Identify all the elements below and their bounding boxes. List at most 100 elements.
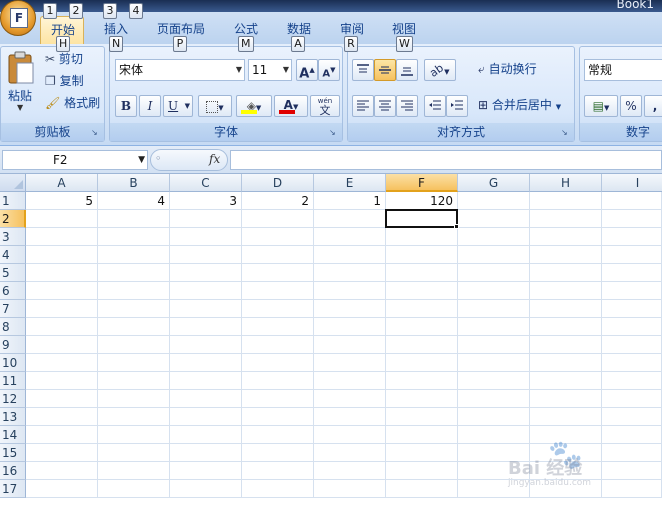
cell-e13[interactable] xyxy=(314,408,386,426)
cell-g1[interactable] xyxy=(458,192,530,210)
cell-i4[interactable] xyxy=(602,246,662,264)
cell-b1[interactable]: 4 xyxy=(98,192,170,210)
font-launcher-icon[interactable]: ↘ xyxy=(329,128,339,138)
wrap-text-button[interactable]: ⤶ 自动换行 xyxy=(478,59,537,79)
row-header-2[interactable]: 2 xyxy=(0,210,26,228)
cell-i7[interactable] xyxy=(602,300,662,318)
cell-b11[interactable] xyxy=(98,372,170,390)
copy-button[interactable]: ❐ 复制 xyxy=(45,71,84,91)
cell-f15[interactable] xyxy=(386,444,458,462)
cell-h6[interactable] xyxy=(530,282,602,300)
cell-c10[interactable] xyxy=(170,354,242,372)
cell-e8[interactable] xyxy=(314,318,386,336)
cell-h8[interactable] xyxy=(530,318,602,336)
decrease-indent-button[interactable] xyxy=(424,95,446,117)
cell-c15[interactable] xyxy=(170,444,242,462)
cell-i11[interactable] xyxy=(602,372,662,390)
bold-button[interactable]: B xyxy=(115,95,137,117)
cell-f17[interactable] xyxy=(386,480,458,498)
percent-button[interactable]: % xyxy=(620,95,642,117)
cell-e17[interactable] xyxy=(314,480,386,498)
cell-a6[interactable] xyxy=(26,282,98,300)
column-header-g[interactable]: G xyxy=(458,174,530,192)
phonetic-button[interactable]: wén 文 xyxy=(310,95,340,117)
cell-h4[interactable] xyxy=(530,246,602,264)
cell-g4[interactable] xyxy=(458,246,530,264)
align-center-button[interactable] xyxy=(374,95,396,117)
cell-b17[interactable] xyxy=(98,480,170,498)
row-header-15[interactable]: 15 xyxy=(0,444,26,462)
underline-button[interactable]: U ▼ xyxy=(163,95,193,117)
cell-h10[interactable] xyxy=(530,354,602,372)
cell-c2[interactable] xyxy=(170,210,242,228)
cell-f3[interactable] xyxy=(386,228,458,246)
align-middle-button[interactable] xyxy=(374,59,396,81)
cell-d12[interactable] xyxy=(242,390,314,408)
cell-c3[interactable] xyxy=(170,228,242,246)
cell-i3[interactable] xyxy=(602,228,662,246)
cell-d16[interactable] xyxy=(242,462,314,480)
cell-d10[interactable] xyxy=(242,354,314,372)
cell-b9[interactable] xyxy=(98,336,170,354)
row-header-13[interactable]: 13 xyxy=(0,408,26,426)
cell-d9[interactable] xyxy=(242,336,314,354)
font-color-button[interactable]: A▼ xyxy=(274,95,308,117)
cell-e16[interactable] xyxy=(314,462,386,480)
cell-b12[interactable] xyxy=(98,390,170,408)
cell-e5[interactable] xyxy=(314,264,386,282)
borders-button[interactable]: ▼ xyxy=(198,95,232,117)
select-all-button[interactable] xyxy=(0,174,26,192)
cell-f13[interactable] xyxy=(386,408,458,426)
cell-b4[interactable] xyxy=(98,246,170,264)
cell-e10[interactable] xyxy=(314,354,386,372)
cell-f8[interactable] xyxy=(386,318,458,336)
cell-e4[interactable] xyxy=(314,246,386,264)
row-header-10[interactable]: 10 xyxy=(0,354,26,372)
cell-i10[interactable] xyxy=(602,354,662,372)
cell-h2[interactable] xyxy=(530,210,602,228)
expand-handle-icon[interactable]: ◦ xyxy=(155,152,162,165)
cell-b8[interactable] xyxy=(98,318,170,336)
cell-h12[interactable] xyxy=(530,390,602,408)
cell-a1[interactable]: 5 xyxy=(26,192,98,210)
cell-f6[interactable] xyxy=(386,282,458,300)
cell-g9[interactable] xyxy=(458,336,530,354)
align-bottom-button[interactable] xyxy=(396,59,418,81)
italic-button[interactable]: I xyxy=(139,95,161,117)
cell-b6[interactable] xyxy=(98,282,170,300)
cell-a14[interactable] xyxy=(26,426,98,444)
cell-g6[interactable] xyxy=(458,282,530,300)
cell-h1[interactable] xyxy=(530,192,602,210)
cell-b15[interactable] xyxy=(98,444,170,462)
alignment-launcher-icon[interactable]: ↘ xyxy=(561,128,571,138)
cell-g13[interactable] xyxy=(458,408,530,426)
cell-e1[interactable]: 1 xyxy=(314,192,386,210)
cell-d6[interactable] xyxy=(242,282,314,300)
name-box[interactable]: F2 ▼ xyxy=(2,150,148,170)
cell-b10[interactable] xyxy=(98,354,170,372)
cell-c6[interactable] xyxy=(170,282,242,300)
cell-a11[interactable] xyxy=(26,372,98,390)
cell-d17[interactable] xyxy=(242,480,314,498)
cell-i9[interactable] xyxy=(602,336,662,354)
cell-f5[interactable] xyxy=(386,264,458,282)
column-header-a[interactable]: A xyxy=(26,174,98,192)
cell-c4[interactable] xyxy=(170,246,242,264)
cell-d3[interactable] xyxy=(242,228,314,246)
cell-d13[interactable] xyxy=(242,408,314,426)
cell-c13[interactable] xyxy=(170,408,242,426)
column-header-f[interactable]: F xyxy=(386,174,458,192)
cell-e11[interactable] xyxy=(314,372,386,390)
cell-b14[interactable] xyxy=(98,426,170,444)
cell-g10[interactable] xyxy=(458,354,530,372)
row-header-4[interactable]: 4 xyxy=(0,246,26,264)
paste-dropdown-icon[interactable]: ▼ xyxy=(17,103,23,112)
cell-f10[interactable] xyxy=(386,354,458,372)
row-header-1[interactable]: 1 xyxy=(0,192,26,210)
cell-d8[interactable] xyxy=(242,318,314,336)
tab-view[interactable]: 视图 xyxy=(392,20,416,37)
row-header-16[interactable]: 16 xyxy=(0,462,26,480)
cell-b3[interactable] xyxy=(98,228,170,246)
align-top-button[interactable] xyxy=(352,59,374,81)
cell-d5[interactable] xyxy=(242,264,314,282)
